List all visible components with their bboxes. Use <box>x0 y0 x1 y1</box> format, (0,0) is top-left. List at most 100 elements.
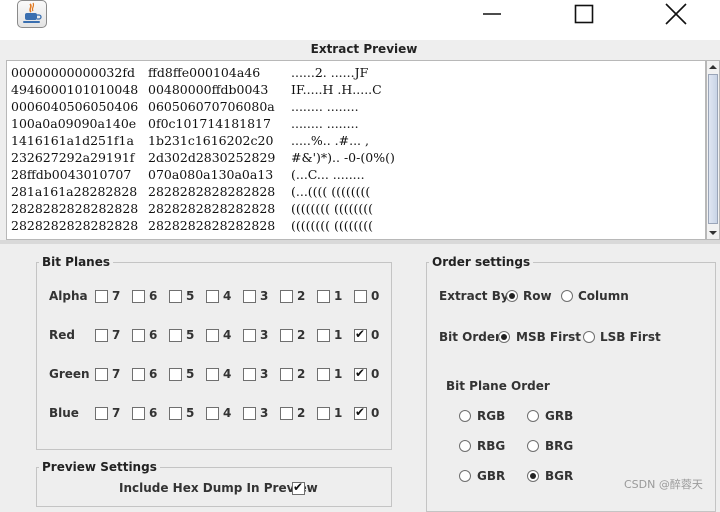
blue-bit-6-checkbox[interactable] <box>132 407 145 420</box>
bit-plane-label-green: Green <box>49 367 90 381</box>
check-mark-icon: ✔ <box>293 480 304 494</box>
bit-order-msb-label: MSB First <box>516 330 582 344</box>
check-mark-icon: ✔ <box>355 405 366 419</box>
bit-number-label: 7 <box>112 406 121 420</box>
bit-number-label: 6 <box>149 289 158 303</box>
preview-scrollbar[interactable] <box>706 60 720 240</box>
alpha-bit-2-checkbox[interactable] <box>280 290 293 303</box>
hex-col-a: 2828282828282828 <box>11 218 139 233</box>
hex-col-a: 1416161a1d251f1a <box>11 133 134 148</box>
maximize-icon <box>574 4 594 24</box>
green-bit-4-checkbox[interactable] <box>206 368 219 381</box>
extract-by-row-radio[interactable] <box>506 290 518 302</box>
blue-bit-4-checkbox[interactable] <box>206 407 219 420</box>
blue-bit-7-checkbox[interactable] <box>95 407 108 420</box>
bit-number-label: 5 <box>186 328 195 342</box>
green-bit-7-checkbox[interactable] <box>95 368 108 381</box>
bit-number-label: 4 <box>223 328 232 342</box>
hex-col-a: 2828282828282828 <box>11 201 139 216</box>
bit-number-label: 0 <box>371 367 380 381</box>
green-bit-0-checkbox[interactable]: ✔ <box>354 366 367 381</box>
hex-ascii: ........ ........ <box>291 99 359 114</box>
red-bit-7-checkbox[interactable] <box>95 329 108 342</box>
bit-plane-order-rbg-radio[interactable] <box>459 440 471 452</box>
bit-plane-label-alpha: Alpha <box>49 289 88 303</box>
red-bit-3-checkbox[interactable] <box>243 329 256 342</box>
blue-bit-1-checkbox[interactable] <box>317 407 330 420</box>
blue-bit-2-checkbox[interactable] <box>280 407 293 420</box>
blue-bit-5-checkbox[interactable] <box>169 407 182 420</box>
red-bit-5-checkbox[interactable] <box>169 329 182 342</box>
red-bit-1-checkbox[interactable] <box>317 329 330 342</box>
include-hex-checkbox[interactable]: ✔ <box>292 480 305 495</box>
hex-col-a: 281a161a28282828 <box>11 184 138 199</box>
hex-col-b: 070a080a130a0a13 <box>148 167 274 182</box>
csdn-watermark: CSDN @醉蓉天 <box>624 478 703 491</box>
scroll-up-arrow-icon[interactable] <box>707 61 719 73</box>
bit-plane-order-bgr-radio[interactable] <box>527 470 539 482</box>
green-bit-1-checkbox[interactable] <box>317 368 330 381</box>
close-button[interactable] <box>653 0 699 28</box>
hex-ascii: (...C... ........ <box>291 167 365 182</box>
check-mark-icon: ✔ <box>355 366 366 380</box>
bit-number-label: 4 <box>223 367 232 381</box>
scroll-down-arrow-icon[interactable] <box>707 227 719 239</box>
bit-planes-title: Bit Planes <box>39 255 114 269</box>
red-bit-4-checkbox[interactable] <box>206 329 219 342</box>
green-bit-2-checkbox[interactable] <box>280 368 293 381</box>
hex-ascii: (...(((( (((((((( <box>291 184 371 199</box>
red-bit-6-checkbox[interactable] <box>132 329 145 342</box>
bit-number-label: 5 <box>186 289 195 303</box>
alpha-bit-5-checkbox[interactable] <box>169 290 182 303</box>
hex-col-b: 1b231c1616202c20 <box>148 133 274 148</box>
bit-order-label: Bit Order <box>439 330 501 344</box>
hex-col-b: 2828282828282828 <box>148 201 276 216</box>
bit-number-label: 1 <box>334 367 343 381</box>
close-icon <box>665 3 687 25</box>
include-hex-label: Include Hex Dump In Preview <box>119 481 318 495</box>
bit-plane-order-brg-label: BRG <box>545 439 574 453</box>
red-bit-2-checkbox[interactable] <box>280 329 293 342</box>
bit-number-label: 0 <box>371 406 380 420</box>
alpha-bit-6-checkbox[interactable] <box>132 290 145 303</box>
bit-plane-order-brg-radio[interactable] <box>527 440 539 452</box>
alpha-bit-4-checkbox[interactable] <box>206 290 219 303</box>
preview-settings-title: Preview Settings <box>39 460 160 474</box>
bit-number-label: 2 <box>297 289 306 303</box>
minimize-button[interactable] <box>469 0 515 28</box>
hex-ascii: (((((((( (((((((( <box>291 201 374 216</box>
bit-plane-order-rgb-radio[interactable] <box>459 410 471 422</box>
bit-number-label: 5 <box>186 406 195 420</box>
bit-plane-order-grb-label: GRB <box>545 409 574 423</box>
alpha-bit-3-checkbox[interactable] <box>243 290 256 303</box>
red-bit-0-checkbox[interactable]: ✔ <box>354 327 367 342</box>
bit-order-lsb-radio[interactable] <box>583 331 595 343</box>
hex-col-a: 0006040506050406 <box>11 99 139 114</box>
bit-plane-order-gbr-radio[interactable] <box>459 470 471 482</box>
alpha-bit-7-checkbox[interactable] <box>95 290 108 303</box>
bit-plane-order-rbg-label: RBG <box>477 439 506 453</box>
extract-by-column-radio[interactable] <box>561 290 573 302</box>
bit-number-label: 7 <box>112 328 121 342</box>
bit-number-label: 2 <box>297 328 306 342</box>
split-pane-divider[interactable] <box>0 240 720 244</box>
hex-col-b: 00480000ffdb0043 <box>148 82 269 97</box>
maximize-button[interactable] <box>561 0 607 28</box>
hex-ascii: ......2. ......JF <box>291 65 369 80</box>
green-bit-3-checkbox[interactable] <box>243 368 256 381</box>
check-mark-icon: ✔ <box>355 327 366 341</box>
preview-title: Extract Preview <box>310 42 418 56</box>
hex-preview-area[interactable]: 00000000000032fd ffd8ffe000104a46 ......2.… <box>6 60 706 240</box>
blue-bit-3-checkbox[interactable] <box>243 407 256 420</box>
bit-plane-order-grb-radio[interactable] <box>527 410 539 422</box>
bit-number-label: 4 <box>223 289 232 303</box>
blue-bit-0-checkbox[interactable]: ✔ <box>354 405 367 420</box>
hex-col-b: 2828282828282828 <box>148 218 276 233</box>
alpha-bit-0-checkbox[interactable] <box>354 290 367 303</box>
alpha-bit-1-checkbox[interactable] <box>317 290 330 303</box>
bit-order-msb-radio[interactable] <box>498 331 510 343</box>
bit-number-label: 6 <box>149 406 158 420</box>
green-bit-6-checkbox[interactable] <box>132 368 145 381</box>
scroll-thumb[interactable] <box>708 74 718 224</box>
green-bit-5-checkbox[interactable] <box>169 368 182 381</box>
